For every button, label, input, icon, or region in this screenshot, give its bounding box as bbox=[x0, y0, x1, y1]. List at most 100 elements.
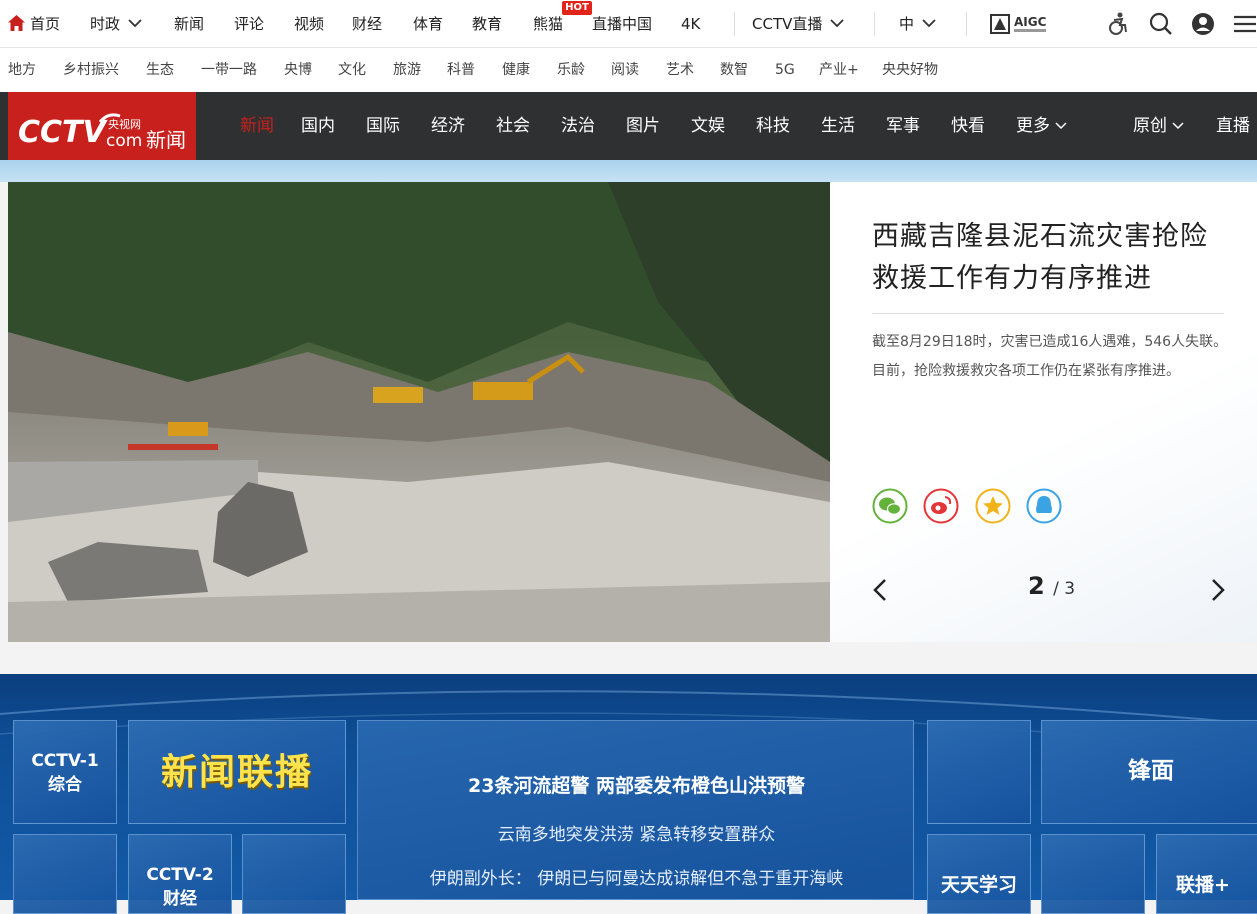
lianbo-headline[interactable]: 伊朗副外长： 伊朗已与阿曼达成谅解但不急于重开海峡 bbox=[358, 864, 915, 889]
disaster-scene-image bbox=[8, 182, 830, 642]
hot-badge: HOT bbox=[562, 1, 592, 15]
channel-tab[interactable]: 快看 bbox=[951, 92, 985, 160]
xinwen-lianbo-title: 新闻联播 bbox=[160, 752, 313, 793]
aigc-link[interactable]: AIGC bbox=[990, 14, 1048, 36]
channel-tab[interactable]: 经济 bbox=[431, 92, 465, 160]
featured-story-panel: 西藏吉隆县泥石流灾害抢险救援工作有力有序推进 截至8月29日18时，灾害已造成1… bbox=[830, 182, 1257, 642]
nav-xinwen[interactable]: 新闻 bbox=[174, 0, 204, 48]
chevron-down-icon bbox=[830, 19, 845, 28]
channel-live[interactable]: 直播 bbox=[1216, 92, 1250, 160]
divider bbox=[966, 12, 967, 36]
subnav-item[interactable]: 数智 bbox=[720, 48, 748, 92]
channel-tab[interactable]: 图片 bbox=[626, 92, 660, 160]
channel-tile[interactable] bbox=[927, 720, 1031, 824]
channel-tile[interactable] bbox=[242, 834, 346, 914]
nav-cctv-live[interactable]: CCTV直播 bbox=[752, 0, 845, 48]
lianbo-plus-tile[interactable]: 联播+ bbox=[1156, 834, 1257, 914]
channel-tile[interactable] bbox=[13, 834, 117, 914]
nav-shizheng-label: 时政 bbox=[90, 15, 121, 33]
channel-tab-xinwen[interactable]: 新闻 bbox=[240, 92, 274, 160]
nav-pinglun[interactable]: 评论 bbox=[234, 0, 264, 48]
sub-navigation: 地方 乡村振兴 生态 一带一路 央博 文化 旅游 科普 健康 乐龄 阅读 艺术 … bbox=[0, 48, 1257, 92]
user-avatar-icon[interactable] bbox=[1190, 11, 1216, 37]
nav-jiaoyu[interactable]: 教育 bbox=[472, 0, 502, 48]
wechat-share-icon[interactable] bbox=[872, 488, 908, 524]
subnav-item[interactable]: 生态 bbox=[146, 48, 174, 92]
subnav-item[interactable]: 阅读 bbox=[611, 48, 639, 92]
qq-share-icon[interactable] bbox=[1026, 488, 1062, 524]
nav-xiongmao[interactable]: 熊猫 bbox=[533, 0, 563, 48]
featured-headline[interactable]: 西藏吉隆县泥石流灾害抢险救援工作有力有序推进 bbox=[872, 216, 1232, 300]
channel-tab[interactable]: 文娱 bbox=[691, 92, 725, 160]
lianbo-plus-label: 联播+ bbox=[1176, 874, 1230, 896]
channel-more[interactable]: 更多 bbox=[1016, 92, 1067, 160]
cctv-logo-icon: CCTV 央视网 com 新闻 bbox=[18, 113, 186, 152]
subnav-item[interactable]: 央博 bbox=[284, 48, 312, 92]
cctv2-channel-tile[interactable]: CCTV-2 财经 bbox=[128, 834, 232, 914]
nav-tiyu[interactable]: 体育 bbox=[413, 0, 443, 48]
subnav-item[interactable]: 健康 bbox=[502, 48, 530, 92]
tiantian-xuexi-tile[interactable]: 天天学习 bbox=[927, 834, 1031, 914]
subnav-item[interactable]: 艺术 bbox=[666, 48, 694, 92]
nav-home[interactable]: 首页 bbox=[8, 0, 60, 48]
nav-zhibo-zhongguo[interactable]: 直播中国 bbox=[592, 0, 652, 48]
carousel-pager: 2 / 3 bbox=[1028, 572, 1075, 600]
subnav-item[interactable]: 科普 bbox=[447, 48, 475, 92]
channel-more-label: 更多 bbox=[1016, 116, 1050, 136]
divider bbox=[734, 12, 735, 36]
subnav-item[interactable]: 央央好物 bbox=[882, 48, 938, 92]
nav-4k[interactable]: 4K bbox=[681, 0, 700, 48]
lianbo-headlines: 23条河流超警 两部委发布橙色山洪预警 云南多地突发洪涝 紧急转移安置群众 伊朗… bbox=[357, 720, 914, 900]
cctv2-sub-label: 财经 bbox=[163, 889, 197, 909]
chevron-left-icon[interactable] bbox=[870, 578, 890, 602]
fengmian-tile[interactable]: 锋面 bbox=[1041, 720, 1257, 824]
menu-icon[interactable] bbox=[1232, 11, 1257, 37]
pager-current: 2 bbox=[1028, 572, 1045, 600]
subnav-item[interactable]: 乡村振兴 bbox=[63, 48, 119, 92]
accessibility-icon[interactable] bbox=[1105, 11, 1131, 37]
nav-caijing[interactable]: 财经 bbox=[352, 0, 382, 48]
channel-original[interactable]: 原创 bbox=[1133, 92, 1184, 160]
channel-tab[interactable]: 国际 bbox=[366, 92, 400, 160]
subnav-item[interactable]: 一带一路 bbox=[201, 48, 257, 92]
nav-cctv-live-label: CCTV直播 bbox=[752, 15, 823, 33]
channel-tab[interactable]: 社会 bbox=[496, 92, 530, 160]
channel-original-label: 原创 bbox=[1133, 116, 1167, 136]
channel-tab[interactable]: 生活 bbox=[821, 92, 855, 160]
language-label: 中 bbox=[899, 15, 915, 33]
featured-summary: 截至8月29日18时，灾害已造成16人遇难，546人失联。目前，抢险救援救灾各项… bbox=[872, 334, 1228, 379]
nav-shipin[interactable]: 视频 bbox=[294, 0, 324, 48]
cctv1-sub-label: 综合 bbox=[48, 775, 82, 795]
channel-tile[interactable] bbox=[1041, 834, 1145, 914]
lianbo-lead-headline[interactable]: 23条河流超警 两部委发布橙色山洪预警 bbox=[358, 771, 915, 798]
cctv1-channel-tile[interactable]: CCTV-1 综合 bbox=[13, 720, 117, 824]
nav-shizheng[interactable]: 时政 bbox=[90, 0, 142, 48]
subnav-item[interactable]: 地方 bbox=[8, 48, 36, 92]
aigc-label: AIGC bbox=[1014, 15, 1047, 29]
svg-text:CCTV: CCTV bbox=[18, 115, 108, 150]
chevron-down-icon bbox=[128, 19, 142, 28]
lianbo-headline[interactable]: 云南多地突发洪涝 紧急转移安置群众 bbox=[358, 820, 915, 845]
subnav-item[interactable]: 旅游 bbox=[393, 48, 421, 92]
subnav-item[interactable]: 5G bbox=[775, 48, 795, 92]
channel-tab[interactable]: 法治 bbox=[561, 92, 595, 160]
aigc-logo-icon bbox=[990, 14, 1010, 34]
svg-text:央视网: 央视网 bbox=[108, 117, 141, 131]
language-switch[interactable]: 中 bbox=[899, 0, 936, 48]
search-icon[interactable] bbox=[1148, 11, 1174, 37]
subnav-item[interactable]: 产业+ bbox=[819, 48, 859, 92]
channel-tab[interactable]: 军事 bbox=[886, 92, 920, 160]
channel-tab[interactable]: 国内 bbox=[301, 92, 335, 160]
featured-photo[interactable] bbox=[8, 182, 830, 642]
svg-text:新闻: 新闻 bbox=[146, 128, 186, 152]
subnav-item[interactable]: 乐龄 bbox=[557, 48, 585, 92]
channel-tab[interactable]: 科技 bbox=[756, 92, 790, 160]
fengmian-label: 锋面 bbox=[1128, 758, 1174, 784]
weibo-share-icon[interactable] bbox=[923, 488, 959, 524]
xinwen-lianbo-tile[interactable]: 新闻联播 bbox=[128, 720, 346, 824]
chevron-right-icon[interactable] bbox=[1208, 578, 1228, 602]
decorative-strip bbox=[0, 160, 1257, 182]
favorite-star-icon[interactable] bbox=[975, 488, 1011, 524]
tiantian-xuexi-label: 天天学习 bbox=[940, 874, 1017, 896]
subnav-item[interactable]: 文化 bbox=[338, 48, 366, 92]
